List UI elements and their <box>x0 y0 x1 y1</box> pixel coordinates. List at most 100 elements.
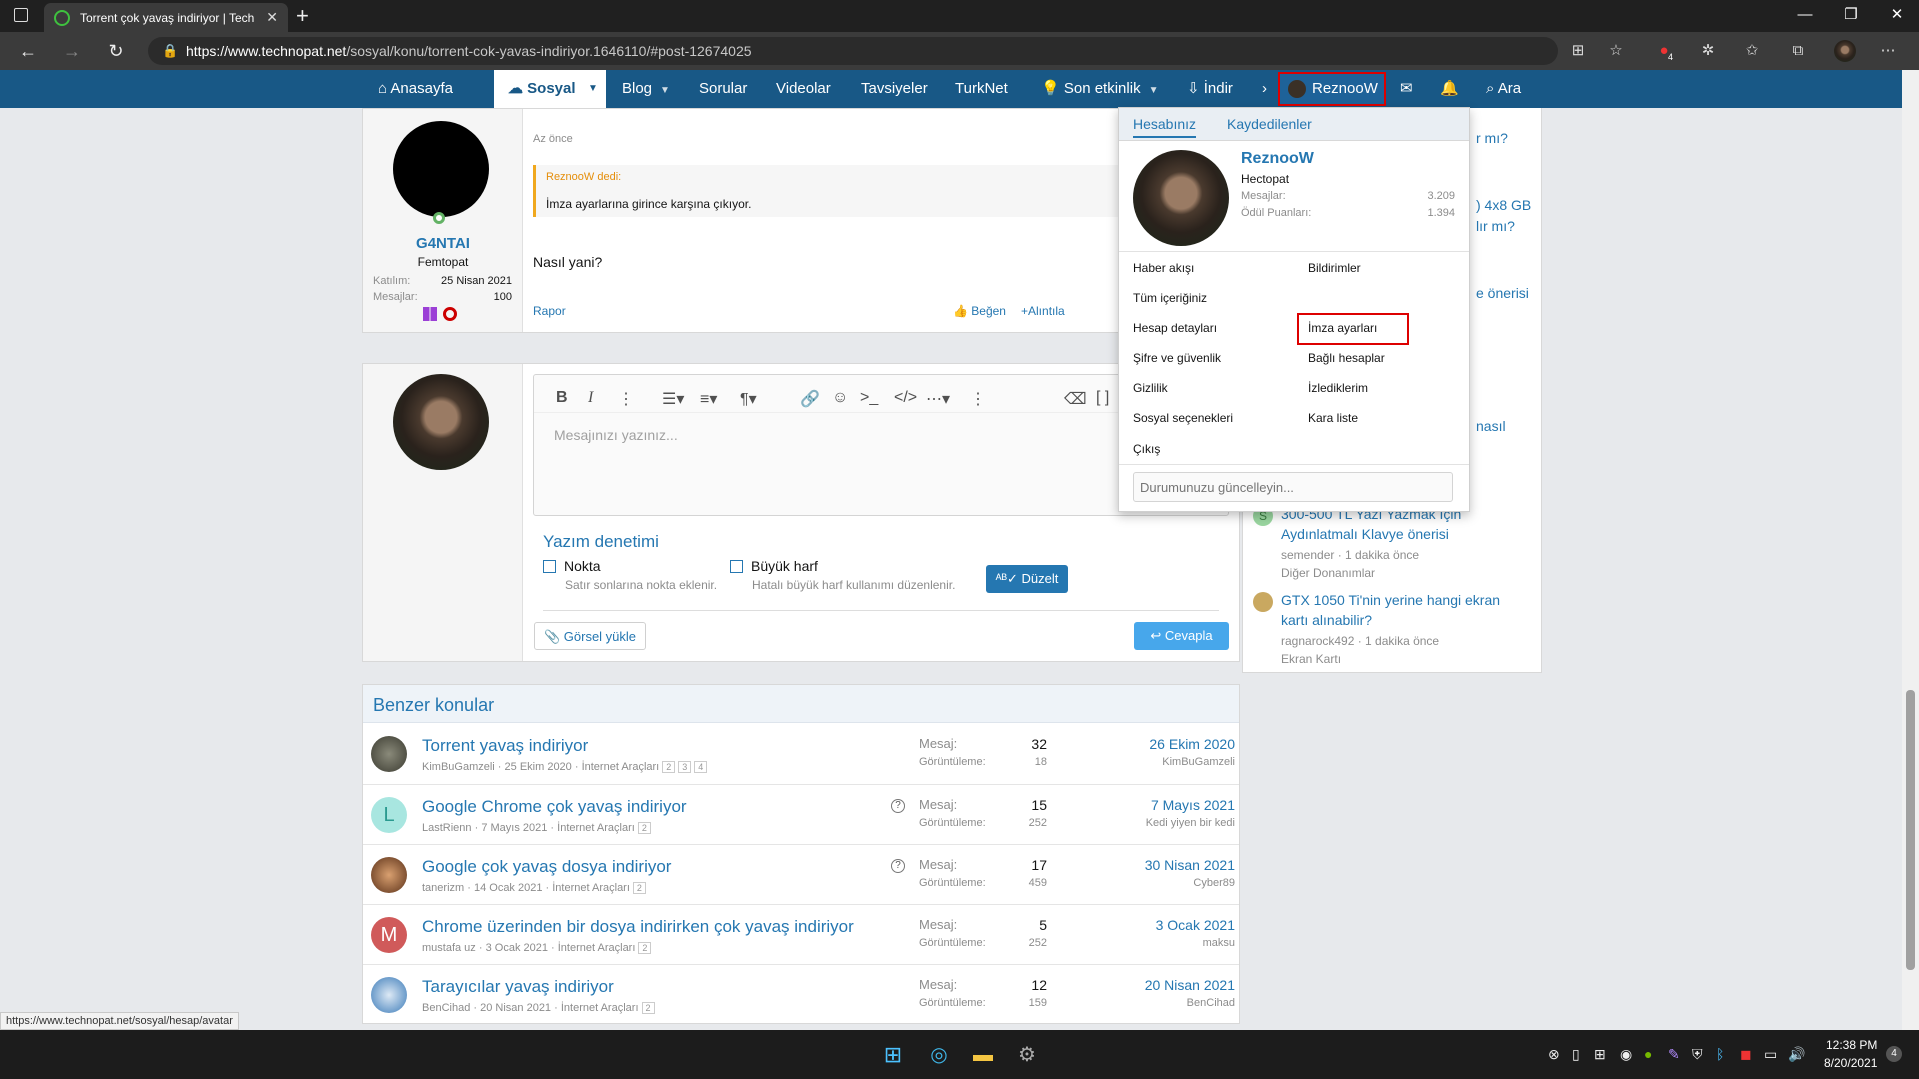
nav-son-etkinlik[interactable]: 💡 Son etkinlik ▼ <box>1041 70 1158 108</box>
edge-icon[interactable]: ◎ <box>926 1042 952 1068</box>
menu-sosyal-secenekleri[interactable]: Sosyal seçenekleri <box>1133 411 1233 425</box>
thread-page-link[interactable]: 3 <box>678 761 692 773</box>
minimize-icon[interactable]: — <box>1782 0 1828 32</box>
sidebar-fragment-4[interactable]: e önerisi <box>1476 285 1529 301</box>
menu-cikis[interactable]: Çıkış <box>1133 442 1160 456</box>
nav-sorular[interactable]: Sorular <box>699 70 747 108</box>
favorites-icon[interactable]: ✩ <box>1740 40 1764 62</box>
extensions-icon[interactable]: ✲ <box>1696 40 1720 62</box>
similar-thread-row[interactable]: Google çok yavaş dosya indiriyor tanerizm… <box>363 844 1239 904</box>
bluetooth-icon[interactable]: ᛒ <box>1716 1046 1724 1062</box>
thread-author-avatar[interactable] <box>371 736 407 772</box>
link-icon[interactable]: 🔗 <box>800 389 820 409</box>
collections-icon[interactable]: ⧉ <box>1786 40 1810 62</box>
usb-icon[interactable]: ▯ <box>1572 1046 1580 1063</box>
thread-title[interactable]: Torrent yavaş indiriyor <box>422 736 588 756</box>
thread-last-date[interactable]: 7 Mayıs 2021 <box>1151 797 1235 813</box>
eraser-icon[interactable]: ⌫ <box>1064 389 1087 409</box>
nokta-checkbox[interactable] <box>543 560 556 573</box>
clock-date[interactable]: 8/20/2021 <box>1824 1056 1877 1070</box>
start-icon[interactable]: ⊞ <box>880 1042 906 1068</box>
thread-title[interactable]: Google çok yavaş dosya indiriyor <box>422 857 671 877</box>
thread-title[interactable]: Chrome üzerinden bir dosya indirirken ço… <box>422 917 854 937</box>
nav-user-account[interactable]: ReznooW <box>1278 72 1386 106</box>
reply-button[interactable]: ↩ Cevapla <box>1134 622 1229 650</box>
thread-author[interactable]: BenCihad <box>422 1002 470 1014</box>
tab-hesabiniz[interactable]: Hesabınız <box>1133 116 1197 138</box>
thread-author-avatar[interactable]: L <box>371 797 407 833</box>
chevron-down-icon[interactable]: ▼ <box>1149 85 1159 96</box>
menu-bildirimler[interactable]: Bildirimler <box>1308 261 1361 275</box>
page-scrollbar[interactable] <box>1902 70 1919 1030</box>
thread-last-date[interactable]: 26 Ekim 2020 <box>1149 736 1235 752</box>
profile-avatar[interactable] <box>1834 40 1856 62</box>
sidebar-fragment-1[interactable]: r mı? <box>1476 130 1508 146</box>
defender-icon[interactable]: ⛨ <box>1692 1046 1703 1063</box>
editor-placeholder[interactable]: Mesajınızı yazınız... <box>554 427 678 443</box>
thread-page-link[interactable]: 2 <box>641 1002 655 1014</box>
nav-more-chevron[interactable]: › <box>1262 70 1267 108</box>
scrollbar-thumb[interactable] <box>1906 690 1915 970</box>
thread-author[interactable]: mustafa uz <box>422 942 476 954</box>
menu-kara-liste[interactable]: Kara liste <box>1308 411 1358 425</box>
thread-last-user[interactable]: KimBuGamzeli <box>1162 756 1235 768</box>
back-icon[interactable]: ← <box>14 39 42 63</box>
paragraph-icon[interactable]: ¶▾ <box>740 389 757 409</box>
thread-page-link[interactable]: 2 <box>662 761 676 773</box>
thread-last-user[interactable]: Cyber89 <box>1193 877 1235 889</box>
fix-button[interactable]: ᴬᴮ✓ Düzelt <box>986 565 1068 593</box>
thread-page-link[interactable]: 2 <box>638 942 652 954</box>
menu-haber-akisi[interactable]: Haber akışı <box>1133 261 1194 275</box>
app-available-icon[interactable]: ⊞ <box>1566 40 1590 62</box>
menu-sifre-guvenlik[interactable]: Şifre ve güvenlik <box>1133 351 1221 365</box>
account-avatar[interactable] <box>1133 150 1229 246</box>
sidebar-item-avatar[interactable] <box>1253 592 1273 612</box>
similar-thread-row[interactable]: Torrent yavaş indiriyor KimBuGamzeli · 25… <box>363 724 1239 784</box>
file-explorer-icon[interactable]: ▬ <box>970 1042 996 1068</box>
code-inline-icon[interactable]: >_ <box>860 389 878 407</box>
menu-izlediklerim[interactable]: İzlediklerim <box>1308 381 1368 395</box>
code-icon[interactable]: </> <box>894 389 917 407</box>
chevron-down-icon[interactable]: ▼ <box>660 85 670 96</box>
amd-icon[interactable]: ◼ <box>1740 1046 1752 1063</box>
thread-page-link[interactable]: 4 <box>694 761 708 773</box>
sidebar-item-title[interactable]: GTX 1050 Ti'nin yerine hangi ekran kartı… <box>1281 590 1531 630</box>
my-avatar[interactable] <box>393 374 489 470</box>
user-avatar[interactable] <box>393 121 489 217</box>
thread-page-link[interactable]: 2 <box>637 822 651 834</box>
quote-button[interactable]: +Alıntıla <box>1021 304 1065 318</box>
more-options-icon[interactable]: ⋮ <box>970 389 986 409</box>
restore-icon[interactable]: ❐ <box>1828 0 1874 32</box>
account-name[interactable]: ReznooW <box>1241 150 1314 168</box>
tray-app-icon[interactable]: ⊞ <box>1594 1046 1606 1063</box>
like-button[interactable]: 👍 Beğen <box>953 304 1006 318</box>
thread-last-user[interactable]: Kedi yiyen bir kedi <box>1146 817 1235 829</box>
option-nokta[interactable]: Nokta <box>543 558 601 574</box>
notification-badge[interactable]: 4 <box>1886 1046 1902 1062</box>
quote-author[interactable]: ReznooW dedi: <box>546 171 621 183</box>
tab-kaydedilenler[interactable]: Kaydedilenler <box>1227 116 1312 132</box>
thread-title[interactable]: Google Chrome çok yavaş indiriyor <box>422 797 687 817</box>
align-icon[interactable]: ≡▾ <box>700 389 717 409</box>
thread-author-avatar[interactable] <box>371 977 407 1013</box>
post-time[interactable]: Az önce <box>533 133 573 145</box>
menu-gizlilik[interactable]: Gizlilik <box>1133 381 1168 395</box>
nav-search[interactable]: ⌕ Ara <box>1486 70 1521 108</box>
nav-home[interactable]: ⌂ Anasayfa <box>378 70 453 108</box>
sidebar-item-forum[interactable]: Diğer Donanımlar <box>1281 566 1375 580</box>
close-tab-icon[interactable]: ✕ <box>266 9 278 26</box>
refresh-icon[interactable]: ↻ <box>102 39 130 63</box>
similar-thread-row[interactable]: Tarayıcılar yavaş indiriyor BenCihad · 20… <box>363 964 1239 1023</box>
thread-page-link[interactable]: 2 <box>632 882 646 894</box>
clock-time[interactable]: 12:38 PM <box>1826 1038 1877 1052</box>
menu-imza-ayarlari[interactable]: İmza ayarları <box>1308 321 1377 335</box>
thread-forum[interactable]: İnternet Araçları <box>561 1002 639 1014</box>
status-input[interactable] <box>1133 472 1453 502</box>
bold-icon[interactable]: B <box>556 389 568 407</box>
pen-icon[interactable]: ✎ <box>1668 1046 1680 1063</box>
nav-tavsiyeler[interactable]: Tavsiyeler <box>861 70 928 108</box>
bbcode-icon[interactable]: [ ] <box>1096 389 1109 407</box>
settings-icon[interactable]: ⚙ <box>1014 1042 1040 1068</box>
upload-image-button[interactable]: 📎 Görsel yükle <box>534 622 646 650</box>
nvidia-icon[interactable]: ● <box>1644 1046 1652 1062</box>
